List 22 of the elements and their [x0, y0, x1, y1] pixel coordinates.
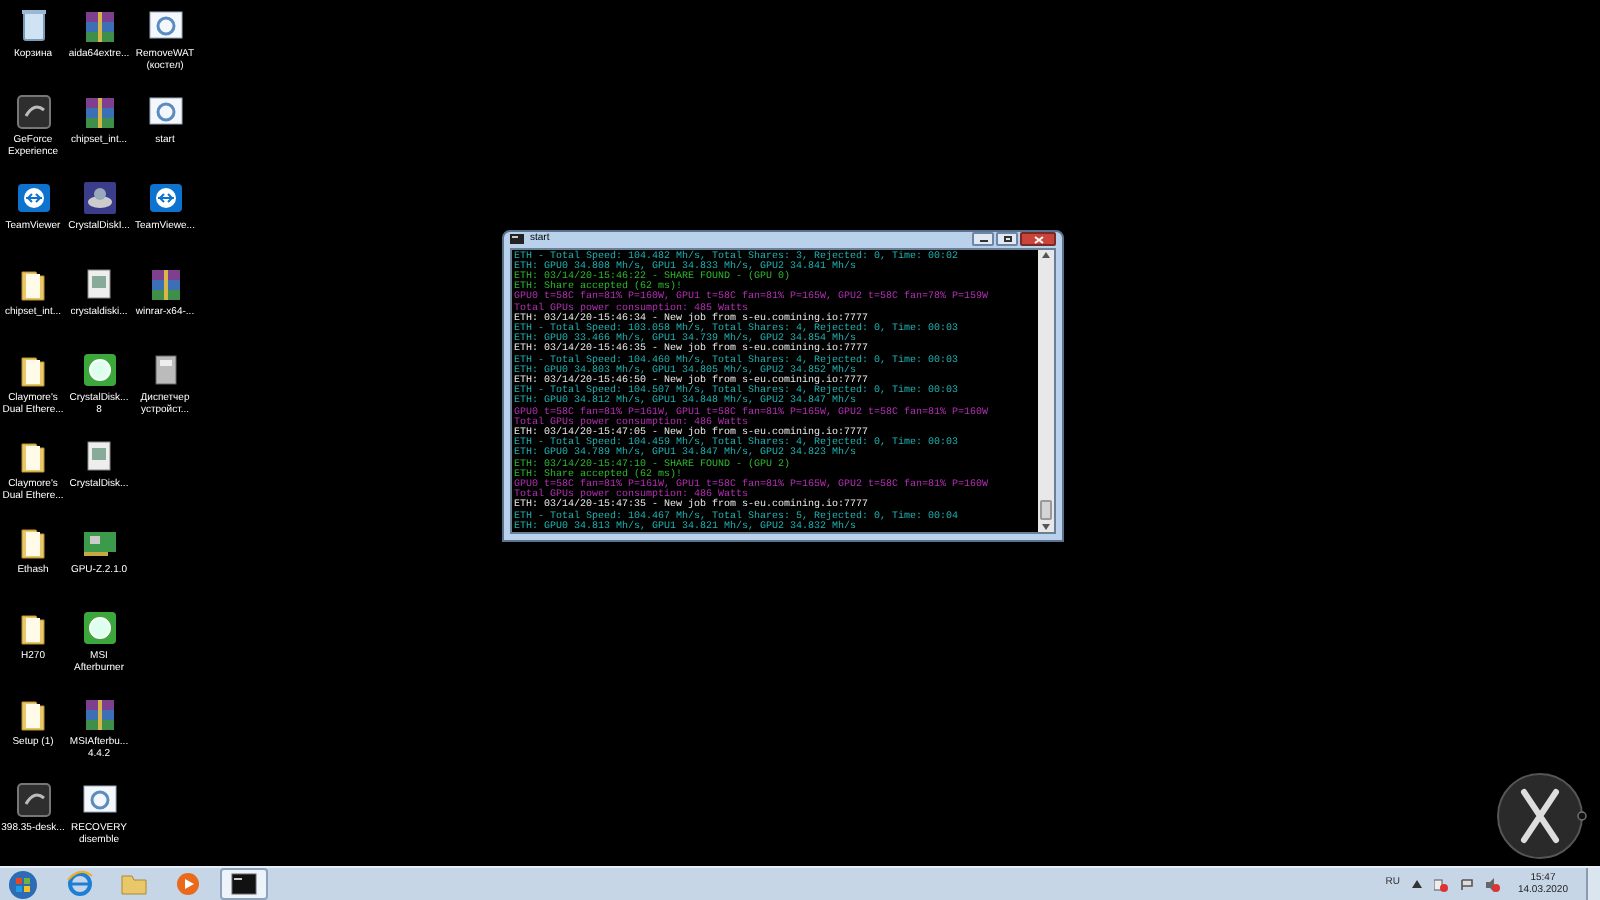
scrollbar[interactable] — [1038, 249, 1054, 532]
close-icon — [1033, 235, 1043, 244]
show-hidden-icons[interactable] — [1411, 880, 1422, 888]
browser-icon — [66, 870, 94, 898]
folder-icon — [120, 870, 148, 898]
console-icon — [510, 234, 524, 245]
flag-icon[interactable] — [1459, 877, 1474, 891]
close-button[interactable] — [1020, 232, 1056, 247]
minimize-button[interactable] — [972, 232, 994, 247]
taskbar-button[interactable] — [220, 868, 268, 900]
media-player-icon — [174, 870, 202, 898]
scroll-thumb[interactable] — [1040, 500, 1052, 520]
scroll-up-icon[interactable] — [1042, 251, 1050, 258]
gadget-logo-icon — [1496, 772, 1588, 864]
graphics-app-icon[interactable] — [11, 92, 55, 132]
network-icon[interactable] — [1433, 877, 1448, 891]
start-button[interactable] — [8, 869, 38, 899]
speaker-icon[interactable] — [1485, 877, 1500, 891]
graphics-app-icon[interactable] — [11, 780, 55, 820]
maximize-button[interactable] — [996, 232, 1018, 247]
scroll-down-icon[interactable] — [1042, 524, 1050, 530]
console-icon — [230, 870, 258, 898]
